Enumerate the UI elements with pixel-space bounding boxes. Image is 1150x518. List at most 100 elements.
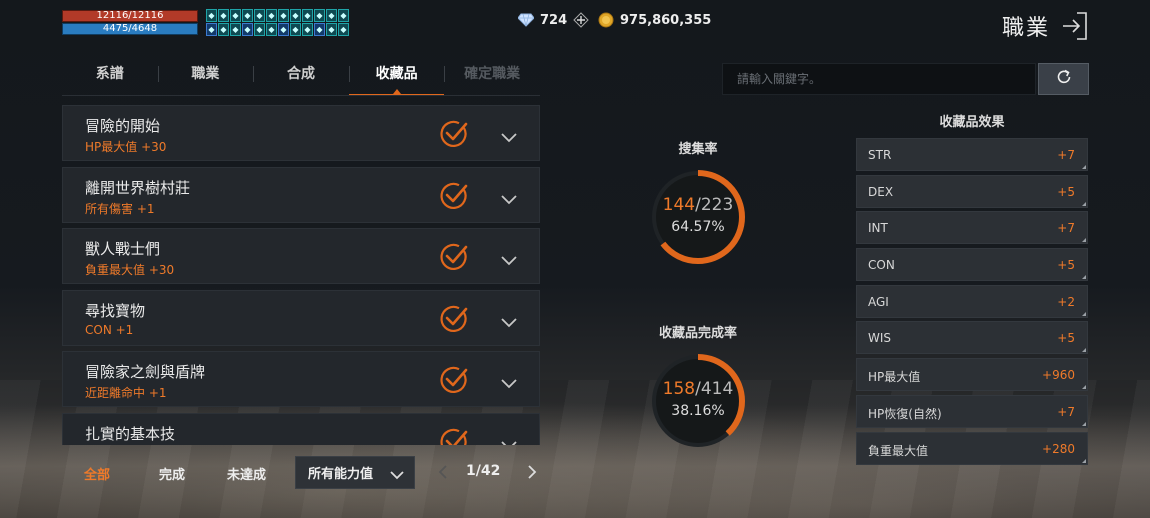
effect-row: WIS +5: [856, 321, 1088, 355]
eye-buff-icon[interactable]: ◆: [218, 23, 229, 36]
filter-incomplete[interactable]: 未達成: [227, 464, 266, 483]
effect-value: +5: [1057, 331, 1075, 346]
skull-buff-icon[interactable]: ◆: [326, 23, 337, 36]
leaf-buff-icon[interactable]: ◆: [242, 9, 253, 22]
tab-divider: [62, 95, 540, 96]
tab-label: 系譜: [95, 66, 124, 82]
collection-item[interactable]: 獸人戰士們 負重最大值 +30: [62, 228, 540, 284]
collection-item[interactable]: 尋找寶物 CON +1: [62, 289, 540, 346]
effect-value: +960: [1042, 368, 1075, 383]
diamond-count: 724: [540, 12, 568, 28]
bolt-buff-icon[interactable]: ◆: [266, 9, 277, 22]
bone-buff-icon[interactable]: ◆: [242, 23, 253, 36]
effect-name: HP恢復(自然): [868, 406, 942, 421]
hp-text: 12116/12116: [96, 10, 164, 21]
effect-row: CON +5: [856, 248, 1088, 282]
header-title-area: 職業: [1002, 10, 1088, 42]
feather-buff-icon[interactable]: ◆: [302, 9, 313, 22]
tab-1[interactable]: 職業: [157, 56, 254, 96]
collection-title: 尋找寶物: [85, 301, 146, 320]
tab-4[interactable]: 確定職業: [444, 56, 540, 96]
collection-title: 扎實的基本技: [85, 424, 176, 443]
mp-bar: 4475/4648: [62, 23, 198, 35]
tab-0[interactable]: 系譜: [62, 56, 158, 96]
filter-all[interactable]: 全部: [84, 464, 110, 483]
flag-buff-icon[interactable]: ◆: [314, 23, 325, 36]
orb-buff-icon[interactable]: ◆: [254, 23, 265, 36]
add-diamond-icon[interactable]: [573, 12, 589, 28]
refresh-button[interactable]: [1038, 63, 1089, 95]
collection-item[interactable]: 冒險的開始 HP最大值 +30: [62, 105, 540, 161]
effect-row: DEX +5: [856, 174, 1088, 208]
expand-chevron-icon[interactable]: [501, 190, 517, 204]
sun-buff-icon[interactable]: ◆: [338, 23, 349, 36]
expand-chevron-icon[interactable]: [501, 374, 517, 389]
buff-icons[interactable]: ◆ ◆ ◆ ◆ ◆ ◆ ◆ ◆ ◆ ◆ ◆ ◆ ◆ ◆ ◆ ◆ ◆ ◆ ◆ ◆ ◆ ◆ ◆ ◆: [206, 9, 349, 37]
sword-buff-icon[interactable]: ◆: [254, 9, 265, 22]
filter-bar: 全部 完成 未達成 所有能力值 1/42: [62, 446, 552, 498]
tab-3[interactable]: 收藏品: [348, 56, 445, 96]
drop-buff-icon[interactable]: ◆: [338, 9, 349, 22]
check-circle-icon: [439, 427, 469, 445]
diamond-currency: 724: [518, 12, 589, 28]
effect-name: 負重最大值: [868, 443, 929, 458]
search-box[interactable]: [722, 63, 1036, 95]
tab-2[interactable]: 合成: [253, 56, 349, 96]
cross-buff-icon[interactable]: ◆: [230, 23, 241, 36]
collection-list[interactable]: 冒險的開始 HP最大值 +30 離開世界樹村莊 所有傷害 +1 獸人戰士們 負重最大值 +…: [62, 105, 540, 445]
expand-chevron-icon[interactable]: [501, 436, 517, 445]
effects-list: STR +7 DEX +5 INT +7 CON +5 AGI +2 WIS +5 HP最大值 +960 H…: [856, 138, 1088, 468]
collection-item[interactable]: 冒險家之劍與盾牌 近距離命中 +1: [62, 351, 540, 407]
star-buff-icon[interactable]: ◆: [290, 9, 301, 22]
chevron-down-icon: [390, 469, 404, 480]
tab-label: 收藏品: [375, 66, 418, 82]
effect-value: +7: [1057, 404, 1075, 419]
effects-title: 收藏品效果: [939, 115, 1005, 130]
effect-row: INT +7: [856, 211, 1088, 245]
effect-row: HP最大值 +960: [856, 358, 1088, 392]
gold-currency: 975,860,355: [598, 12, 711, 28]
diamond-icon: [518, 13, 534, 27]
fire-buff-icon[interactable]: ◆: [206, 23, 217, 36]
shield-buff-icon[interactable]: ◆: [326, 9, 337, 22]
collection-effect: 近距離命中 +1: [85, 386, 167, 400]
expand-chevron-icon[interactable]: [501, 251, 517, 266]
check-circle-icon: [439, 242, 469, 272]
search-input[interactable]: [723, 64, 1035, 94]
tree-buff-icon[interactable]: ◆: [314, 9, 325, 22]
arrow-buff-icon[interactable]: ◆: [278, 9, 289, 22]
tab-label: 職業: [191, 66, 220, 82]
prev-page-icon[interactable]: [438, 464, 448, 480]
collection-item[interactable]: 離開世界樹村莊 所有傷害 +1: [62, 166, 540, 223]
collection-effect: 所有傷害 +1: [85, 201, 155, 216]
completion-rate-count: 158/414: [662, 379, 734, 399]
next-page-icon[interactable]: [527, 464, 537, 480]
effect-row: STR +7: [856, 138, 1088, 171]
collect-rate-percent: 64.57%: [671, 219, 725, 235]
gem-buff-icon[interactable]: ◆: [266, 23, 277, 36]
ice-buff-icon[interactable]: ◆: [302, 23, 313, 36]
gold-count: 975,860,355: [620, 12, 712, 28]
collection-item[interactable]: 扎實的基本技: [62, 412, 540, 445]
completion-rate-gauge: 158/414 38.16%: [648, 351, 748, 451]
wolf-buff-icon[interactable]: ◆: [290, 23, 301, 36]
filter-complete[interactable]: 完成: [159, 464, 185, 483]
page-indicator: 1/42: [466, 463, 501, 479]
ability-dropdown[interactable]: 所有能力值: [295, 456, 415, 489]
heart-buff-icon[interactable]: ◆: [218, 9, 229, 22]
expand-chevron-icon[interactable]: [501, 313, 517, 327]
expand-chevron-icon[interactable]: [501, 128, 517, 143]
tab-bar: 系譜 職業 合成 收藏品 確定職業: [62, 56, 540, 96]
exit-icon[interactable]: [1062, 11, 1088, 41]
page-title: 職業: [1001, 16, 1050, 41]
wind-buff-icon[interactable]: ◆: [230, 9, 241, 22]
shield-buff-icon[interactable]: ◆: [206, 9, 217, 22]
effect-row: 負重最大值 +280: [856, 431, 1088, 465]
wings-buff-icon[interactable]: ◆: [278, 23, 289, 36]
active-tab-caret: [392, 88, 401, 94]
top-bar: 12116/12116 4475/4648 ◆ ◆ ◆ ◆ ◆ ◆ ◆ ◆ ◆ ◆ ◆ ◆ ◆ ◆ ◆ ◆ ◆ ◆…: [0, 0, 1150, 48]
effect-row: HP恢復(自然) +7: [856, 394, 1088, 428]
collection-title: 獸人戰士們: [85, 240, 161, 258]
ability-dropdown-label: 所有能力值: [308, 467, 374, 482]
effect-value: +5: [1057, 258, 1075, 273]
